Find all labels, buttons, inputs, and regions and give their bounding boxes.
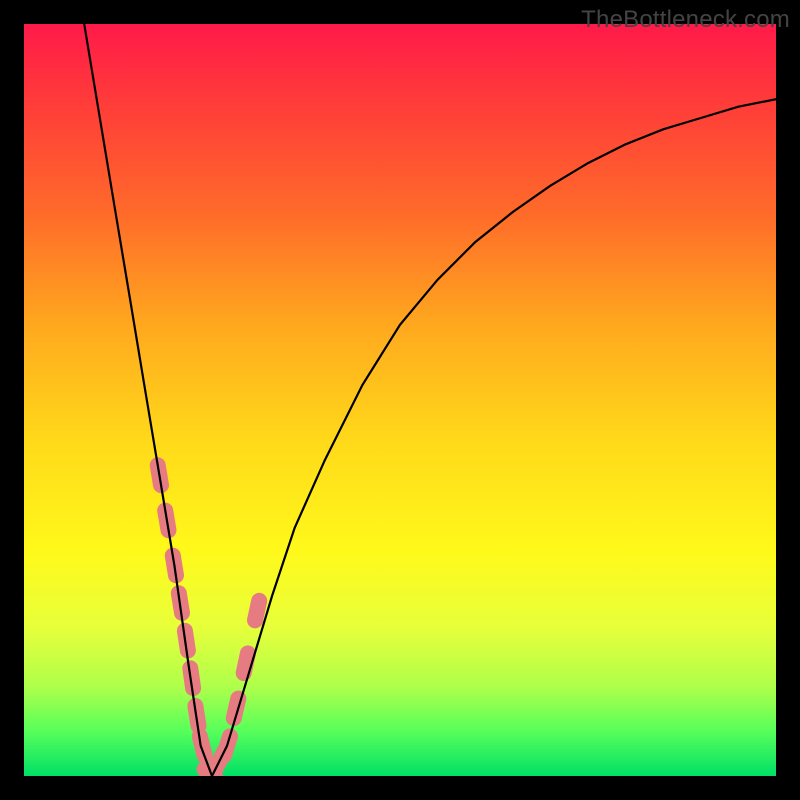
marker-capsule — [200, 736, 205, 755]
marker-capsule — [224, 736, 230, 755]
marker-layer — [158, 465, 260, 776]
marker-capsule — [158, 465, 161, 485]
marker-capsule — [179, 593, 182, 613]
marker-capsule — [234, 699, 239, 719]
bottleneck-curve-path — [84, 24, 776, 776]
marker-capsule — [195, 706, 198, 726]
marker-capsule — [173, 556, 176, 576]
watermark-text: TheBottleneck.com — [581, 6, 790, 34]
chart-frame: TheBottleneck.com — [0, 0, 800, 800]
marker-capsule — [190, 668, 193, 688]
plot-area — [24, 24, 776, 776]
marker-capsule — [165, 511, 168, 531]
marker-capsule — [244, 653, 248, 673]
marker-capsule — [215, 752, 224, 770]
marker-capsule — [205, 769, 220, 776]
marker-capsule — [185, 631, 188, 651]
bottleneck-curve-svg — [24, 24, 776, 776]
marker-capsule — [255, 601, 259, 621]
